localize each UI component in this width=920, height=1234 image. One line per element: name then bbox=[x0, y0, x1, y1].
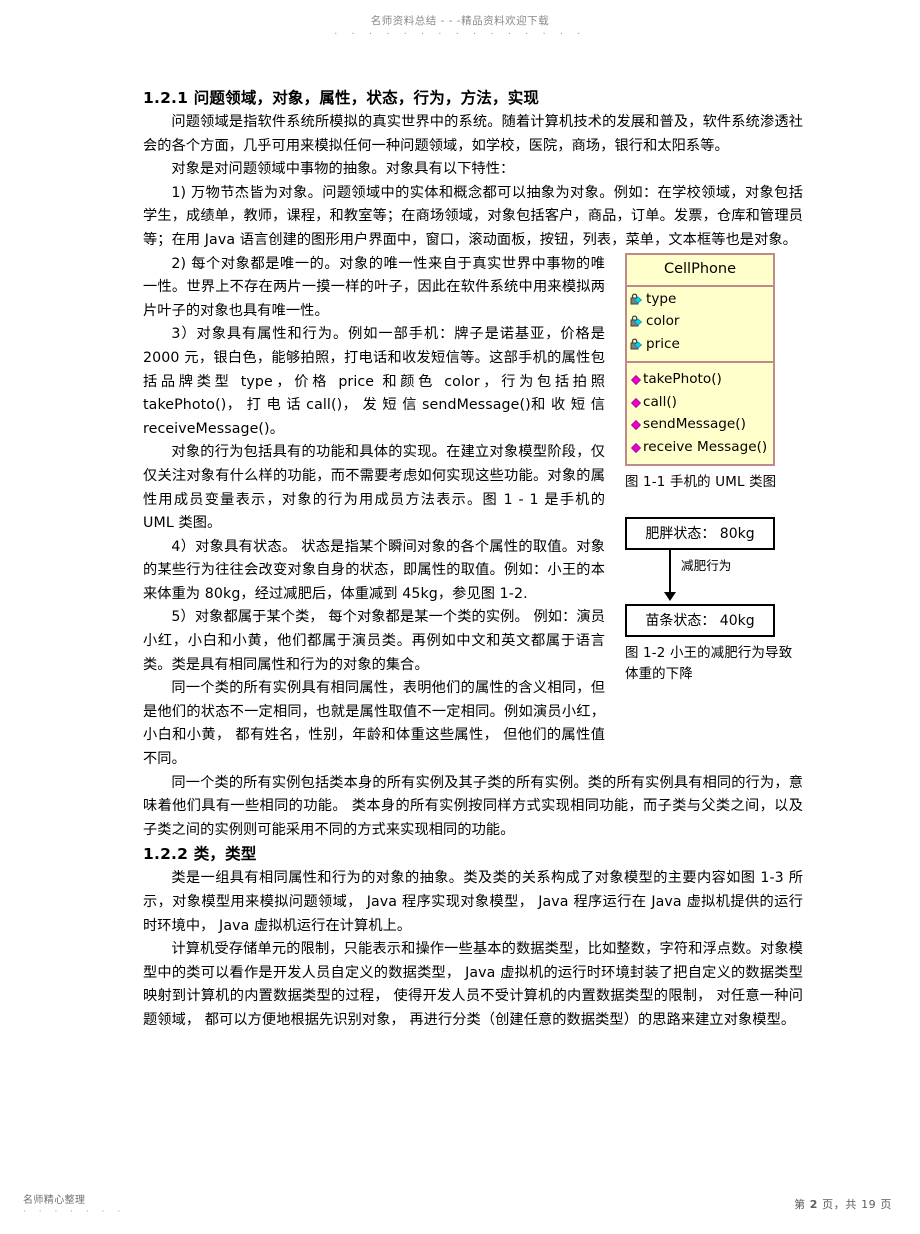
figure-1-1: CellPhone type color price takePhoto() c… bbox=[625, 252, 803, 686]
uml-attribute-row: color bbox=[630, 312, 773, 335]
lock-icon bbox=[630, 293, 645, 313]
magenta-diamond-icon bbox=[630, 373, 642, 393]
uml-method-label: takePhoto() bbox=[643, 371, 722, 388]
header-watermark-text: 名师资料总结 - - -精品资料欢迎下载 bbox=[370, 15, 550, 27]
lock-icon bbox=[630, 338, 645, 358]
magenta-diamond-icon bbox=[630, 418, 642, 438]
uml-attribute-label: type bbox=[646, 290, 677, 307]
arrow-head-icon bbox=[664, 592, 676, 602]
state-transition: 减肥行为 bbox=[625, 550, 775, 604]
state-box-from: 肥胖状态： 80kg bbox=[625, 517, 775, 551]
section-heading-1-2-2: 1.2.2 类，类型 bbox=[143, 845, 257, 864]
document-page: 名师资料总结 - - -精品资料欢迎下载 · · · · · · · · · ·… bbox=[0, 0, 920, 1234]
header-watermark: 名师资料总结 - - -精品资料欢迎下载 · · · · · · · · · ·… bbox=[0, 14, 920, 41]
uml-method-row: sendMessage() bbox=[630, 415, 773, 438]
uml-attribute-row: price bbox=[630, 335, 773, 358]
paragraph-1-2-1-7: 4）对象具有状态。 状态是指某个瞬间对象的各个属性的取值。对象的某些行为往往会改… bbox=[143, 538, 605, 602]
section-heading-1-2-1: 1.2.1 问题领域，对象，属性，状态，行为，方法，实现 bbox=[143, 89, 540, 107]
figure-1-2-caption: 图 1-2 小王的减肥行为导致体重的下降 bbox=[625, 646, 793, 683]
paragraph-1-2-1-5: 3）对象具有属性和行为。例如一部手机：牌子是诺基亚，价格是 2000 元，银白色… bbox=[143, 326, 605, 437]
magenta-diamond-icon bbox=[630, 441, 642, 461]
uml-method-row: receive Message() bbox=[630, 438, 773, 461]
figure-1-1-caption: 图 1-1 手机的 UML 类图 bbox=[625, 475, 777, 491]
page-total-value: 19 bbox=[861, 1198, 877, 1211]
paragraph-1-2-1-10: 同一个类的所有实例包括类本身的所有实例及其子类的所有实例。类的所有实例具有相同的… bbox=[143, 774, 803, 838]
page-number-footer: 第 2 页，共 19 页 bbox=[794, 1196, 892, 1212]
uml-method-label: sendMessage() bbox=[643, 416, 746, 433]
uml-method-row: call() bbox=[630, 393, 773, 416]
magenta-diamond-icon bbox=[630, 396, 642, 416]
arrow-line bbox=[669, 550, 671, 595]
uml-methods-compartment: takePhoto() call() sendMessage() receive… bbox=[627, 361, 773, 464]
uml-class-box: CellPhone type color price takePhoto() c… bbox=[625, 252, 775, 467]
uml-attribute-label: color bbox=[646, 313, 680, 330]
paragraph-1-2-1-6: 对象的行为包括具有的功能和具体的实现。在建立对象模型阶段，仅仅关注对象有什么样的… bbox=[143, 444, 605, 532]
figure-1-2: 肥胖状态： 80kg 减肥行为 苗条状态： 40kg 图 1-2 小王的减肥行为… bbox=[625, 517, 803, 685]
page-prefix-label: 第 bbox=[794, 1198, 806, 1211]
document-body: 1.2.1 问题领域，对象，属性，状态，行为，方法，实现 问题领域是指软件系统所… bbox=[143, 86, 803, 1033]
state-box-to: 苗条状态： 40kg bbox=[625, 604, 775, 638]
uml-attribute-row: type bbox=[630, 290, 773, 313]
lock-icon bbox=[630, 315, 645, 335]
uml-method-row: takePhoto() bbox=[630, 370, 773, 393]
uml-method-label: call() bbox=[643, 393, 677, 410]
footer-watermark-text: 名师精心整理 bbox=[23, 1195, 86, 1206]
paragraph-1-2-2-1: 类是一组具有相同属性和行为的对象的抽象。类及类的关系构成了对象模型的主要内容如图… bbox=[143, 870, 803, 934]
page-mid-label: 页，共 bbox=[822, 1198, 857, 1211]
paragraph-1-2-1-8: 5）对象都属于某个类， 每个对象都是某一个类的实例。 例如：演员小红，小白和小黄… bbox=[143, 609, 605, 673]
paragraph-1-2-2-2: 计算机受存储单元的限制，只能表示和操作一些基本的数据类型，比如整数，字符和浮点数… bbox=[143, 941, 803, 1028]
page-number-value: 2 bbox=[809, 1198, 819, 1211]
uml-attribute-label: price bbox=[646, 335, 680, 352]
uml-class-name: CellPhone bbox=[627, 255, 773, 287]
paragraph-1-2-1-9: 同一个类的所有实例具有相同属性，表明他们的属性的含义相同，但是他们的状态不一定相… bbox=[143, 680, 605, 768]
footer-watermark: 名师精心整理 · · · · · · · bbox=[23, 1194, 125, 1218]
paragraph-1-2-1-4: 2) 每个对象都是唯一的。对象的唯一性来自于真实世界中事物的唯一性。世界上不存在… bbox=[143, 255, 605, 319]
uml-method-label: receive Message() bbox=[643, 438, 768, 455]
state-transition-label: 减肥行为 bbox=[681, 558, 732, 574]
footer-watermark-dots: · · · · · · · bbox=[23, 1207, 126, 1217]
page-suffix-label: 页 bbox=[880, 1198, 892, 1211]
header-watermark-dots: · · · · · · · · · · · · · · · bbox=[334, 29, 586, 40]
paragraph-1-2-1-2: 对象是对问题领域中事物的抽象。对象具有以下特性： bbox=[171, 161, 515, 178]
uml-attributes-compartment: type color price bbox=[627, 287, 773, 362]
paragraph-1-2-1-1: 问题领域是指软件系统所模拟的真实世界中的系统。随着计算机技术的发展和普及，软件系… bbox=[143, 114, 803, 154]
paragraph-1-2-1-3: 1) 万物节杰皆为对象。问题领域中的实体和概念都可以抽象为对象。例如：在学校领域… bbox=[143, 184, 803, 248]
